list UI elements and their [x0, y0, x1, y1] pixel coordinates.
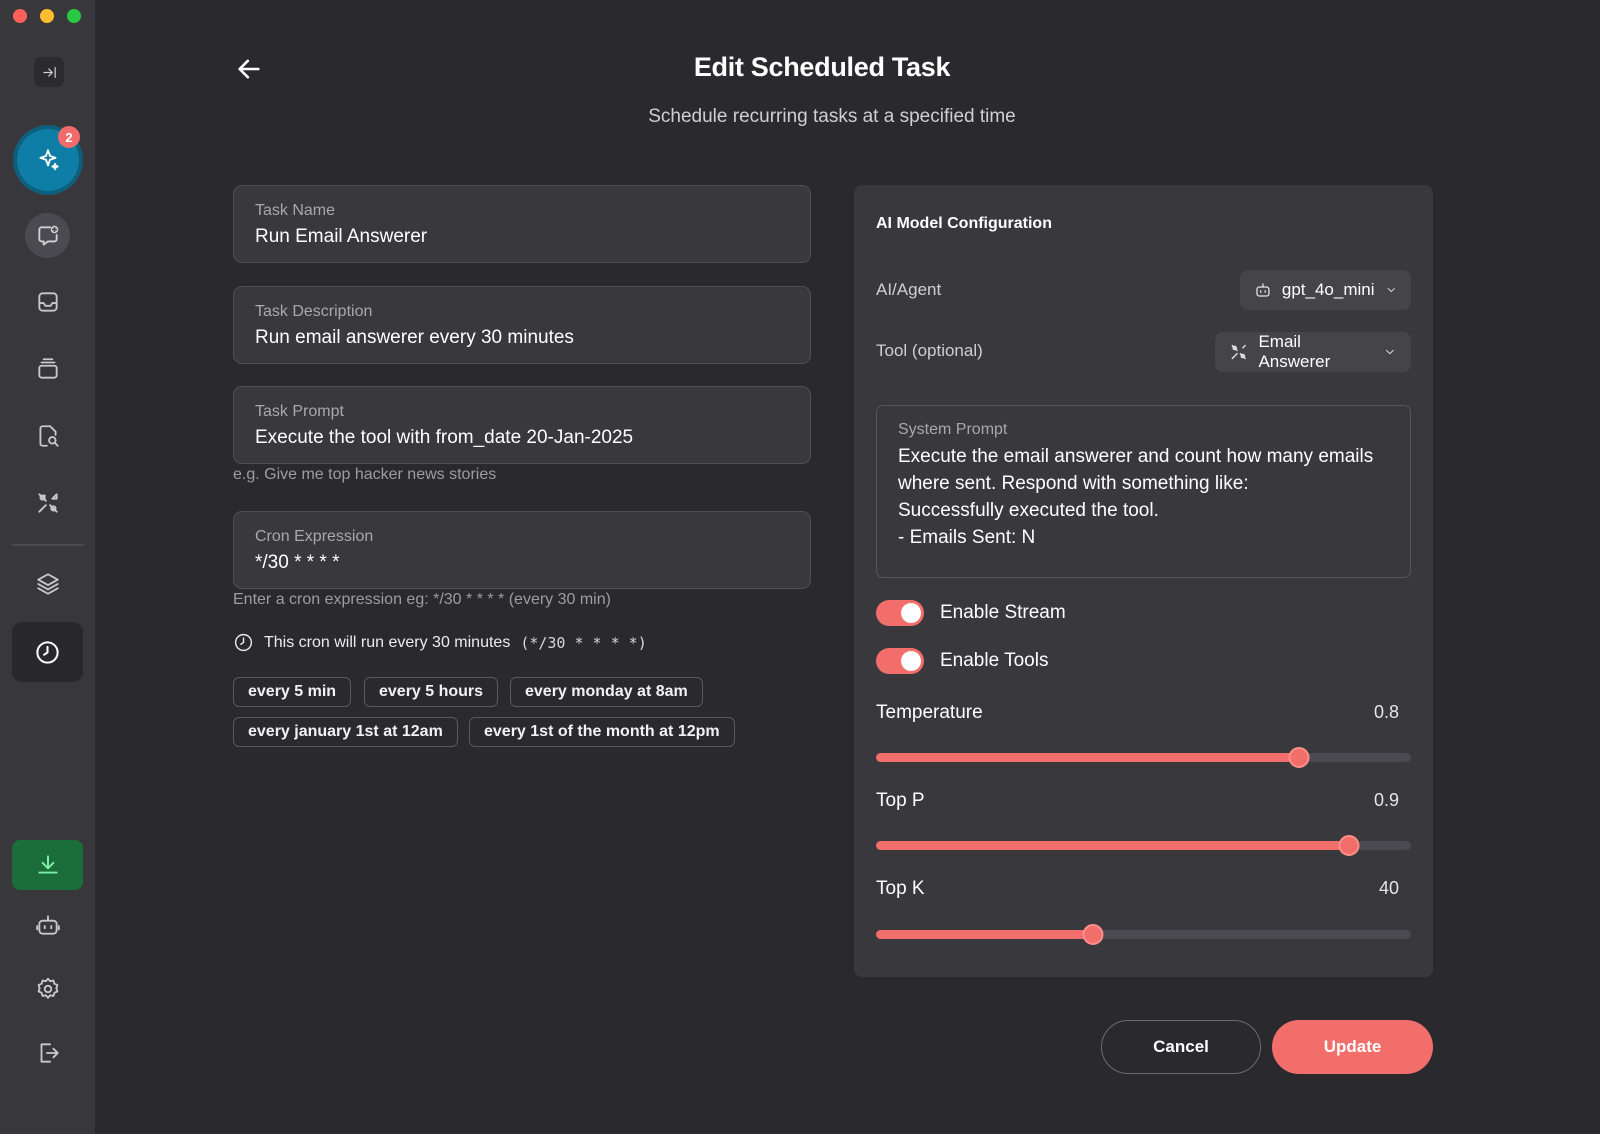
- task-prompt-label: Task Prompt: [255, 403, 344, 420]
- enable-stream-row: Enable Stream: [876, 600, 1066, 626]
- inbox-icon[interactable]: [0, 276, 96, 328]
- preset-chip[interactable]: every 5 hours: [364, 677, 499, 707]
- cron-expression-input[interactable]: */30 * * * *: [255, 552, 789, 574]
- panel-title: AI Model Configuration: [876, 215, 1052, 232]
- tool-select[interactable]: Email Answerer: [1215, 332, 1411, 372]
- ai-model-config-panel: AI Model Configuration AI/Agent gpt_4o_m…: [854, 185, 1433, 977]
- window-maximize-button[interactable]: [67, 9, 81, 23]
- gear-icon[interactable]: [0, 963, 96, 1015]
- task-name-label: Task Name: [255, 202, 336, 219]
- clock-icon: [234, 633, 253, 652]
- agent-label: AI/Agent: [876, 280, 942, 299]
- layers-icon[interactable]: [0, 558, 96, 610]
- notification-badge: 2: [58, 126, 80, 148]
- top-k-slider-thumb[interactable]: [1082, 924, 1104, 945]
- preset-chip[interactable]: every 5 min: [233, 677, 352, 707]
- clock-icon[interactable]: [12, 622, 83, 682]
- temperature-slider-thumb[interactable]: [1288, 747, 1310, 768]
- system-prompt-input[interactable]: Execute the email answerer and count how…: [898, 443, 1389, 551]
- tools-icon: [1231, 344, 1246, 360]
- task-prompt-hint: e.g. Give me top hacker news stories: [233, 466, 497, 483]
- temperature-value: 0.8: [1373, 702, 1399, 722]
- tools-icon[interactable]: [0, 477, 96, 529]
- top-p-value: 0.9: [1373, 790, 1399, 810]
- sidebar: 2: [0, 0, 96, 1134]
- tool-label: Tool (optional): [876, 341, 983, 360]
- enable-stream-label: Enable Stream: [940, 602, 1066, 623]
- cron-description: This cron will run every 30 minutes (*/3…: [233, 632, 647, 653]
- top-k-slider[interactable]: [876, 924, 1411, 945]
- stack-icon[interactable]: [0, 343, 96, 395]
- task-description-field[interactable]: Task Description Run email answerer ever…: [233, 286, 811, 364]
- enable-tools-label: Enable Tools: [940, 650, 1049, 671]
- preset-chip[interactable]: every monday at 8am: [510, 677, 703, 707]
- system-prompt-field[interactable]: System Prompt Execute the email answerer…: [876, 405, 1411, 578]
- cron-description-expression: (*/30 * * * *): [520, 633, 647, 652]
- task-description-input[interactable]: Run email answerer every 30 minutes: [255, 327, 789, 349]
- top-p-slider[interactable]: [876, 835, 1411, 856]
- download-icon[interactable]: [12, 840, 83, 890]
- top-k-value: 40: [1378, 878, 1399, 898]
- task-prompt-field[interactable]: Task Prompt Execute the tool with from_d…: [233, 386, 811, 464]
- cron-expression-field[interactable]: Cron Expression */30 * * * *: [233, 511, 811, 589]
- chevron-down-icon: [1387, 287, 1395, 293]
- page-title: Edit Scheduled Task: [693, 52, 951, 82]
- preset-chip[interactable]: every 1st of the month at 12pm: [469, 717, 735, 747]
- chevron-down-icon: [1386, 349, 1395, 355]
- system-prompt-label: System Prompt: [898, 421, 1008, 438]
- cancel-button[interactable]: Cancel: [1101, 1020, 1261, 1074]
- enable-tools-toggle[interactable]: [876, 648, 924, 674]
- agent-select[interactable]: gpt_4o_mini: [1240, 270, 1411, 310]
- agent-select-value: gpt_4o_mini: [1281, 280, 1375, 299]
- cron-expression-hint: Enter a cron expression eg: */30 * * * *…: [233, 591, 611, 608]
- cron-description-text: This cron will run every 30 minutes: [264, 633, 511, 651]
- logout-icon[interactable]: [0, 1027, 96, 1079]
- robot-icon: [1256, 283, 1270, 297]
- robot-icon[interactable]: [0, 899, 96, 951]
- task-name-input[interactable]: Run Email Answerer: [255, 226, 789, 248]
- top-p-label: Top P: [876, 790, 925, 811]
- window-close-button[interactable]: [13, 9, 27, 23]
- page-subtitle: Schedule recurring tasks at a specified …: [648, 106, 1016, 127]
- cron-expression-label: Cron Expression: [255, 528, 374, 545]
- preset-chip[interactable]: every january 1st at 12am: [233, 717, 458, 747]
- tool-select-value: Email Answerer: [1258, 332, 1331, 371]
- enable-tools-row: Enable Tools: [876, 648, 1048, 674]
- sidebar-divider: [12, 544, 84, 546]
- task-name-field[interactable]: Task Name Run Email Answerer: [233, 185, 811, 263]
- new-chat-icon[interactable]: [25, 213, 70, 258]
- enable-stream-toggle[interactable]: [876, 600, 924, 626]
- update-button[interactable]: Update: [1272, 1020, 1433, 1074]
- temperature-label: Temperature: [876, 702, 983, 723]
- file-search-icon[interactable]: [0, 410, 96, 462]
- window-minimize-button[interactable]: [40, 9, 54, 23]
- top-k-label: Top K: [876, 878, 925, 899]
- task-description-label: Task Description: [255, 303, 373, 320]
- temperature-slider[interactable]: [876, 747, 1411, 768]
- top-p-slider-thumb[interactable]: [1338, 835, 1360, 856]
- task-prompt-input[interactable]: Execute the tool with from_date 20-Jan-2…: [255, 427, 789, 449]
